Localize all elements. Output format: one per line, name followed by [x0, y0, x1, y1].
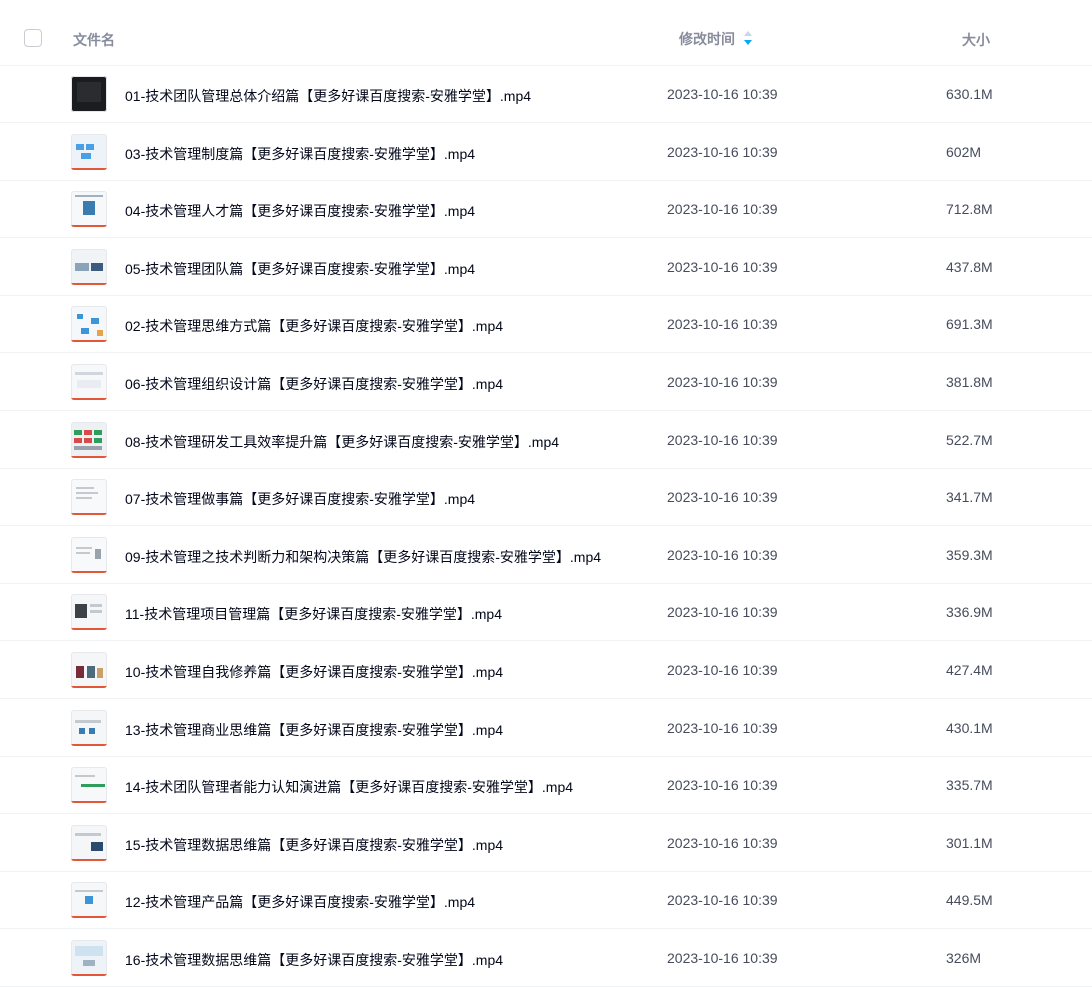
video-thumbnail-icon — [71, 882, 107, 919]
file-size: 381.8M — [946, 374, 993, 390]
file-size: 335.7M — [946, 777, 993, 794]
video-thumbnail-icon — [71, 191, 107, 228]
file-name[interactable]: 06-技术管理组织设计篇【更多好课百度搜索-安雅学堂】.mp4 — [125, 374, 503, 394]
file-row[interactable]: 13-技术管理商业思维篇【更多好课百度搜索-安雅学堂】.mp4 2023-10-1… — [0, 700, 1092, 757]
file-modified-time: 2023-10-16 10:39 — [667, 374, 778, 390]
file-size: 430.1M — [946, 719, 993, 736]
file-row[interactable]: 02-技术管理思维方式篇【更多好课百度搜索-安雅学堂】.mp4 2023-10-1… — [0, 296, 1092, 354]
file-row[interactable]: 04-技术管理人才篇【更多好课百度搜索-安雅学堂】.mp4 2023-10-16 … — [0, 181, 1092, 239]
file-name[interactable]: 04-技术管理人才篇【更多好课百度搜索-安雅学堂】.mp4 — [125, 201, 475, 221]
file-size: 301.1M — [946, 834, 993, 851]
video-thumbnail-icon — [71, 709, 107, 746]
video-thumbnail-icon — [71, 536, 107, 573]
file-row[interactable]: 06-技术管理组织设计篇【更多好课百度搜索-安雅学堂】.mp4 2023-10-1… — [0, 354, 1092, 411]
file-name[interactable]: 16-技术管理数据思维篇【更多好课百度搜索-安雅学堂】.mp4 — [125, 950, 503, 970]
file-modified-time: 2023-10-16 10:39 — [667, 316, 778, 333]
file-name[interactable]: 14-技术团队管理者能力认知演进篇【更多好课百度搜索-安雅学堂】.mp4 — [125, 777, 573, 797]
file-row[interactable]: 14-技术团队管理者能力认知演进篇【更多好课百度搜索-安雅学堂】.mp4 2023… — [0, 757, 1092, 815]
file-modified-time: 2023-10-16 10:39 — [667, 834, 778, 851]
file-size: 449.5M — [946, 892, 993, 909]
file-size: 712.8M — [946, 201, 993, 218]
file-name[interactable]: 12-技术管理产品篇【更多好课百度搜索-安雅学堂】.mp4 — [125, 892, 475, 912]
file-row[interactable]: 05-技术管理团队篇【更多好课百度搜索-安雅学堂】.mp4 2023-10-16 … — [0, 239, 1092, 296]
sort-icon[interactable] — [743, 30, 753, 46]
file-row[interactable]: 12-技术管理产品篇【更多好课百度搜索-安雅学堂】.mp4 2023-10-16 … — [0, 872, 1092, 930]
column-header-size[interactable]: 大小 — [962, 30, 990, 50]
file-name[interactable]: 02-技术管理思维方式篇【更多好课百度搜索-安雅学堂】.mp4 — [125, 316, 503, 336]
column-header-filename[interactable]: 文件名 — [73, 30, 115, 50]
video-thumbnail-icon — [71, 421, 107, 458]
file-row[interactable]: 07-技术管理做事篇【更多好课百度搜索-安雅学堂】.mp4 2023-10-16 … — [0, 469, 1092, 527]
video-thumbnail-icon — [71, 76, 107, 112]
file-name[interactable]: 09-技术管理之技术判断力和架构决策篇【更多好课百度搜索-安雅学堂】.mp4 — [125, 547, 601, 567]
file-name[interactable]: 05-技术管理团队篇【更多好课百度搜索-安雅学堂】.mp4 — [125, 259, 475, 279]
file-modified-time: 2023-10-16 10:39 — [667, 892, 778, 909]
file-row[interactable]: 03-技术管理制度篇【更多好课百度搜索-安雅学堂】.mp4 2023-10-16 … — [0, 124, 1092, 181]
video-thumbnail-icon — [71, 479, 107, 516]
file-row[interactable]: 11-技术管理项目管理篇【更多好课百度搜索-安雅学堂】.mp4 2023-10-1… — [0, 584, 1092, 642]
file-modified-time: 2023-10-16 10:39 — [667, 777, 778, 794]
file-row[interactable]: 10-技术管理自我修养篇【更多好课百度搜索-安雅学堂】.mp4 2023-10-1… — [0, 642, 1092, 699]
file-modified-time: 2023-10-16 10:39 — [667, 950, 778, 966]
file-row[interactable]: 16-技术管理数据思维篇【更多好课百度搜索-安雅学堂】.mp4 2023-10-1… — [0, 930, 1092, 987]
file-size: 336.9M — [946, 604, 993, 621]
column-header-modified-time[interactable]: 修改时间 — [679, 29, 735, 49]
file-modified-time: 2023-10-16 10:39 — [667, 143, 778, 160]
file-name[interactable]: 13-技术管理商业思维篇【更多好课百度搜索-安雅学堂】.mp4 — [125, 720, 503, 740]
file-modified-time: 2023-10-16 10:39 — [667, 719, 778, 736]
video-thumbnail-icon — [71, 594, 107, 631]
file-size: 359.3M — [946, 546, 993, 563]
file-size: 326M — [946, 950, 982, 966]
file-modified-time: 2023-10-16 10:39 — [667, 201, 778, 218]
file-modified-time: 2023-10-16 10:39 — [667, 431, 778, 448]
file-row[interactable]: 15-技术管理数据思维篇【更多好课百度搜索-安雅学堂】.mp4 2023-10-1… — [0, 815, 1092, 872]
file-size: 602M — [946, 143, 982, 160]
video-thumbnail-icon — [71, 940, 107, 976]
file-size: 427.4M — [946, 662, 993, 678]
video-thumbnail-icon — [71, 824, 107, 861]
video-thumbnail-icon — [71, 364, 107, 400]
file-name[interactable]: 15-技术管理数据思维篇【更多好课百度搜索-安雅学堂】.mp4 — [125, 835, 503, 855]
file-name[interactable]: 03-技术管理制度篇【更多好课百度搜索-安雅学堂】.mp4 — [125, 144, 475, 164]
file-row[interactable]: 09-技术管理之技术判断力和架构决策篇【更多好课百度搜索-安雅学堂】.mp4 20… — [0, 527, 1092, 584]
video-thumbnail-icon — [71, 248, 107, 285]
file-modified-time: 2023-10-16 10:39 — [667, 489, 778, 506]
file-modified-time: 2023-10-16 10:39 — [667, 258, 778, 275]
file-size: 437.8M — [946, 258, 993, 275]
file-modified-time: 2023-10-16 10:39 — [667, 604, 778, 621]
file-size: 691.3M — [946, 316, 993, 333]
file-name[interactable]: 07-技术管理做事篇【更多好课百度搜索-安雅学堂】.mp4 — [125, 489, 475, 509]
file-modified-time: 2023-10-16 10:39 — [667, 86, 778, 102]
file-modified-time: 2023-10-16 10:39 — [667, 546, 778, 563]
file-name[interactable]: 08-技术管理研发工具效率提升篇【更多好课百度搜索-安雅学堂】.mp4 — [125, 432, 559, 452]
file-name[interactable]: 10-技术管理自我修养篇【更多好课百度搜索-安雅学堂】.mp4 — [125, 662, 503, 682]
video-thumbnail-icon — [71, 767, 107, 804]
file-modified-time: 2023-10-16 10:39 — [667, 662, 778, 678]
file-size: 522.7M — [946, 431, 993, 448]
video-thumbnail-icon — [71, 306, 107, 343]
file-row[interactable]: 08-技术管理研发工具效率提升篇【更多好课百度搜索-安雅学堂】.mp4 2023-… — [0, 412, 1092, 469]
video-thumbnail-icon — [71, 652, 107, 688]
file-size: 341.7M — [946, 489, 993, 506]
file-size: 630.1M — [946, 86, 993, 102]
file-row[interactable]: 01-技术团队管理总体介绍篇【更多好课百度搜索-安雅学堂】.mp4 2023-10… — [0, 66, 1092, 123]
select-all-checkbox[interactable] — [24, 29, 42, 47]
file-list-header: 文件名 修改时间 大小 — [0, 0, 1092, 66]
file-name[interactable]: 01-技术团队管理总体介绍篇【更多好课百度搜索-安雅学堂】.mp4 — [125, 86, 531, 106]
video-thumbnail-icon — [71, 133, 107, 170]
file-name[interactable]: 11-技术管理项目管理篇【更多好课百度搜索-安雅学堂】.mp4 — [125, 604, 502, 624]
